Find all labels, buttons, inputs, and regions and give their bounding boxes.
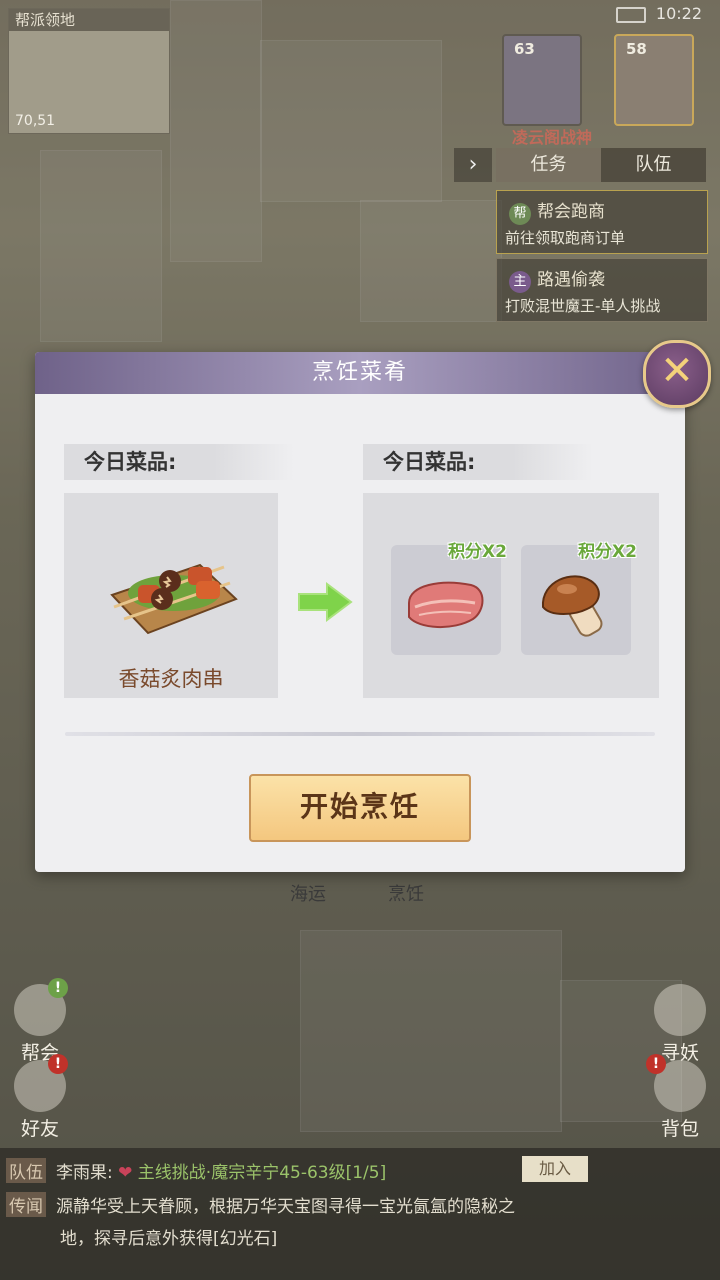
quest-desc: 打败混世魔王-单人挑战 [505, 297, 661, 315]
quest-title: 路遇偷袭 [537, 270, 605, 290]
tab-team[interactable]: 队伍 [601, 148, 706, 182]
quest-tag: 主 [509, 271, 531, 293]
bonus-label: 积分X2 [448, 542, 507, 562]
character-name: 凌云阁战神 [512, 128, 593, 147]
chat-text: 源静华受上天眷顾，根据万华天宝图寻得一宝光氤氲的隐秘之 [56, 1197, 515, 1217]
today-ingredients-label: 今日菜品: [363, 444, 593, 480]
start-cooking-button[interactable]: 开始烹饪 [249, 774, 471, 842]
collapse-arrow-icon[interactable]: › [454, 148, 492, 182]
today-dish-label: 今日菜品: [64, 444, 294, 480]
seek-demon-icon [654, 984, 706, 1036]
ingredient-slot-mushroom[interactable]: 积分X2 [521, 542, 637, 655]
quest-tag: 帮 [509, 203, 531, 225]
ingredients-box: 积分X2 积分X2 [363, 493, 659, 698]
shipping-label[interactable]: 海运 [290, 880, 326, 906]
friends-button[interactable]: ! 好友 [8, 1054, 72, 1141]
bag-button[interactable]: ! 背包 [646, 1054, 712, 1141]
guild-button[interactable]: ! 帮会 [8, 978, 72, 1065]
cooking-label[interactable]: 烹饪 [388, 880, 424, 906]
map-coordinates: 70,51 [15, 113, 56, 129]
notification-badge: ! [48, 1054, 68, 1074]
close-button[interactable]: ✕ [643, 340, 711, 408]
notification-badge: ! [646, 1054, 666, 1074]
mushroom-skewer-icon [110, 563, 238, 635]
quest-tabs: 任务 队伍 [496, 148, 706, 182]
chat-channel: 传闻 [6, 1192, 46, 1217]
close-icon: ✕ [660, 348, 694, 394]
chat-line: 传闻 源静华受上天眷顾，根据万华天宝图寻得一宝光氤氲的隐秘之 [6, 1192, 515, 1217]
chat-highlight: 主线挑战·魔宗辛宁45-63级[1/5] [137, 1163, 387, 1183]
bag-label: 背包 [660, 1118, 699, 1140]
cooking-dialog: 烹饪菜肴 今日菜品: 今日菜品: 香菇炙肉串 积分X2 积分X2 开始烹饪 [35, 352, 685, 872]
quest-desc: 前往领取跑商订单 [505, 229, 626, 247]
map-name: 帮派领地 [9, 9, 169, 31]
seek-demon-button[interactable]: 寻妖 [648, 984, 712, 1065]
tab-tasks[interactable]: 任务 [496, 148, 601, 182]
arrow-right-icon [298, 582, 353, 622]
notification-badge: ! [48, 978, 68, 998]
battery-icon [616, 7, 646, 23]
chat-channel: 队伍 [6, 1158, 46, 1183]
dish-name: 香菇炙肉串 [118, 667, 224, 691]
dish-box: 香菇炙肉串 [64, 493, 278, 698]
quest-title: 帮会跑商 [537, 202, 605, 222]
party-level: 63 [514, 40, 535, 58]
party-portrait-2[interactable]: 58 [614, 34, 694, 126]
friends-label: 好友 [20, 1118, 59, 1140]
chat-line: 队伍 李雨果: ❤ 主线挑战·魔宗辛宁45-63级[1/5] [6, 1158, 386, 1183]
party-portrait-1[interactable]: 63 [502, 34, 582, 126]
chat-text-cont: 地，探寻后意外获得[幻光石] [60, 1229, 278, 1249]
chat-panel[interactable]: 队伍 李雨果: ❤ 主线挑战·魔宗辛宁45-63级[1/5] 加入 传闻 源静华受上… [0, 1148, 720, 1280]
divider [65, 732, 655, 736]
party-level: 58 [626, 40, 647, 58]
quest-item[interactable]: 帮帮会跑商 前往领取跑商订单 [496, 190, 708, 254]
dialog-title: 烹饪菜肴 [35, 352, 685, 394]
bonus-label: 积分X2 [578, 542, 637, 562]
ingredient-slot-meat[interactable]: 积分X2 [391, 542, 507, 655]
clock: 10:22 [655, 4, 702, 23]
join-button[interactable]: 加入 [522, 1156, 588, 1182]
minimap[interactable]: 帮派领地 70,51 [8, 8, 170, 134]
quest-item[interactable]: 主路遇偷袭 打败混世魔王-单人挑战 [496, 258, 708, 322]
chat-user: 李雨果: [56, 1163, 113, 1183]
heart-icon: ❤ [118, 1163, 133, 1183]
